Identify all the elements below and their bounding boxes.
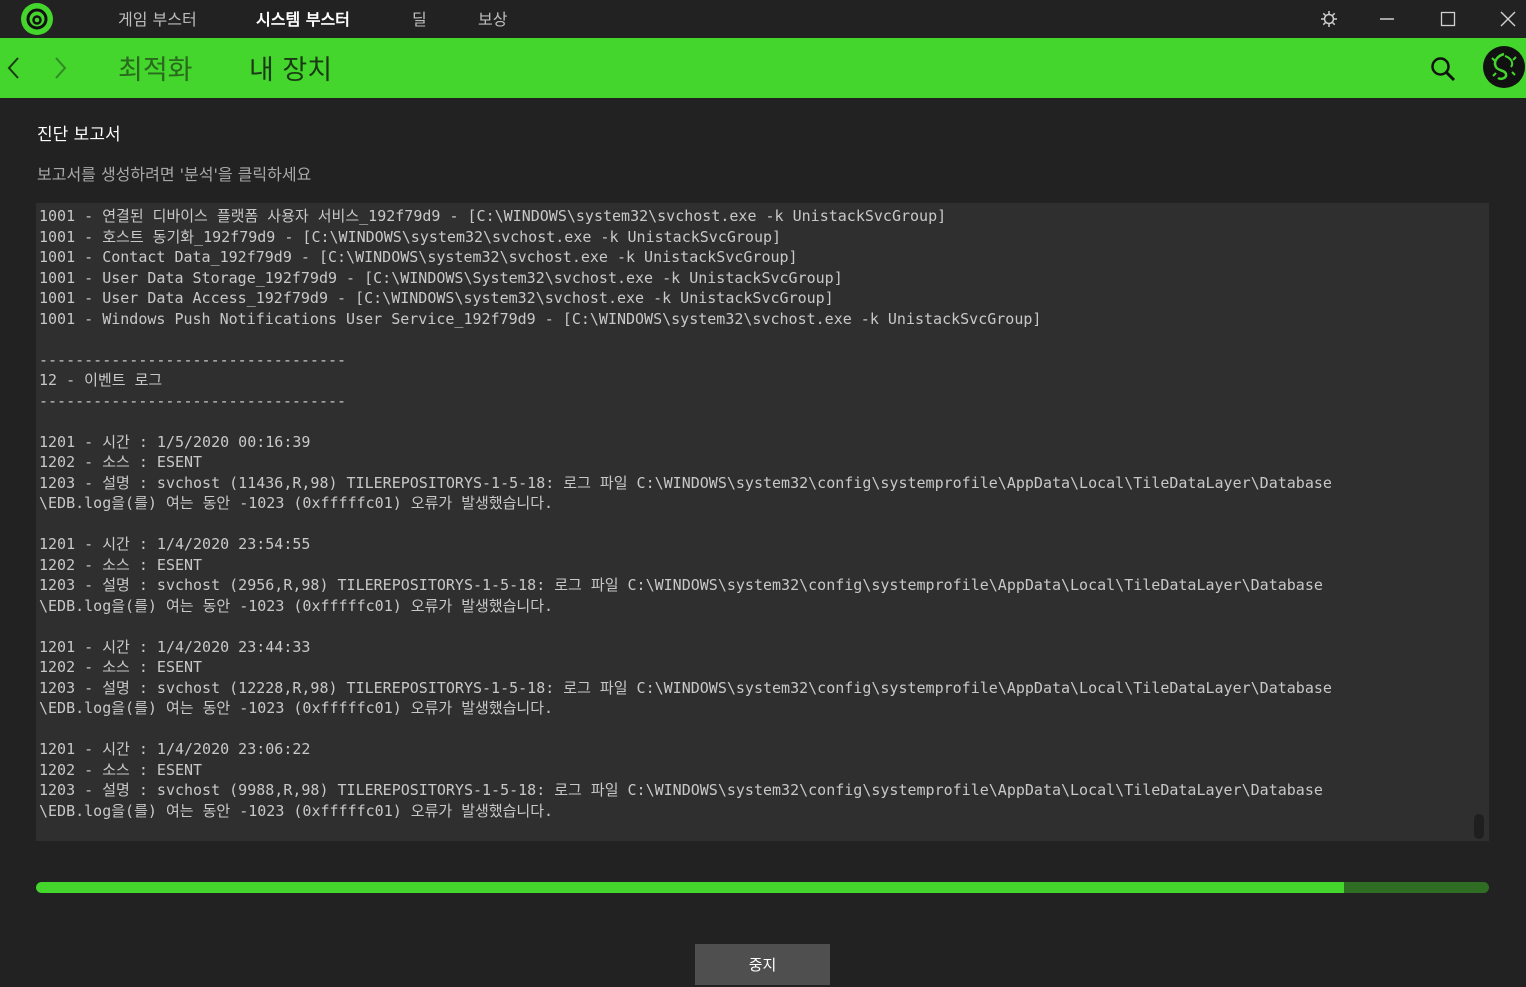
forward-button[interactable]	[52, 56, 68, 84]
title-bar: 게임 부스터 시스템 부스터 딜 보상	[0, 0, 1526, 38]
settings-button[interactable]	[1304, 0, 1354, 38]
tab-my-devices[interactable]: 내 장치	[249, 48, 332, 87]
chevron-right-icon	[55, 57, 67, 79]
minimize-button[interactable]	[1362, 0, 1412, 38]
tab-game-booster[interactable]: 게임 부스터	[118, 6, 197, 30]
search-button[interactable]	[1430, 56, 1456, 86]
progress-bar	[36, 882, 1489, 893]
progress-bar-fill	[36, 882, 1344, 893]
tab-optimize[interactable]: 최적화	[118, 48, 193, 87]
tab-rewards[interactable]: 보상	[478, 6, 507, 30]
page-title: 진단 보고서	[37, 125, 121, 145]
scrollbar-thumb[interactable]	[1474, 814, 1484, 839]
razer-cortex-logo-icon[interactable]	[21, 3, 53, 35]
diagnostic-log-panel[interactable]: 1001 - 연결된 디바이스 플랫폼 사용자 서비스_192f79d9 - […	[36, 203, 1489, 841]
stop-button[interactable]: 중지	[695, 944, 830, 985]
close-icon	[1500, 11, 1516, 27]
page-subtitle: 보고서를 생성하려면 '분석'을 클릭하세요	[37, 165, 312, 184]
nav-bar: 최적화 내 장치	[0, 38, 1526, 98]
diagnostic-log-text: 1001 - 연결된 디바이스 플랫폼 사용자 서비스_192f79d9 - […	[39, 207, 1332, 820]
maximize-icon	[1440, 11, 1456, 27]
tab-system-booster[interactable]: 시스템 부스터	[256, 6, 350, 30]
maximize-button[interactable]	[1423, 0, 1473, 38]
minimize-icon	[1380, 18, 1394, 20]
close-button[interactable]	[1483, 0, 1526, 38]
gear-icon	[1321, 11, 1337, 27]
razer-snake-avatar-icon[interactable]	[1483, 46, 1525, 88]
back-button[interactable]	[6, 56, 22, 84]
search-icon	[1431, 57, 1456, 82]
tab-deals[interactable]: 딜	[412, 6, 427, 30]
chevron-left-icon	[7, 57, 19, 79]
